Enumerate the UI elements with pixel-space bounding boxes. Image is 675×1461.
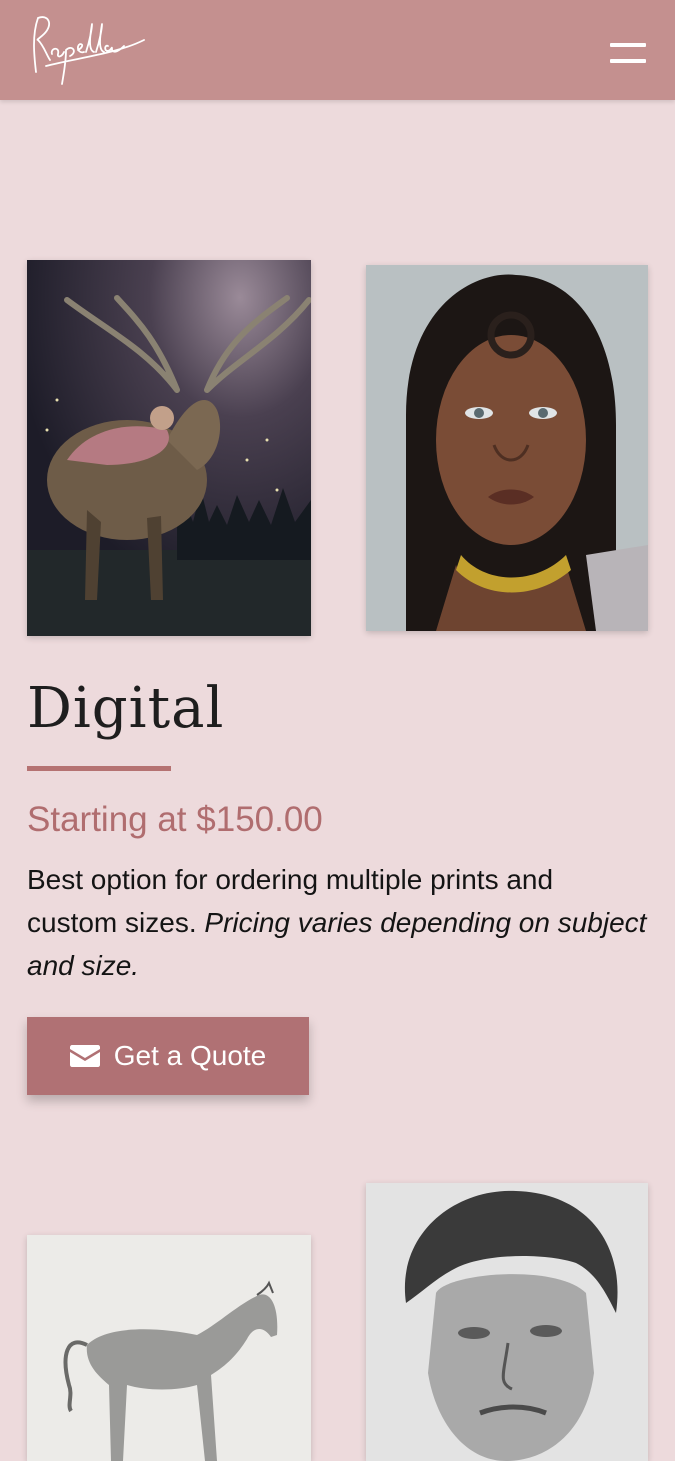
artwork-man-portrait[interactable] — [366, 1183, 648, 1461]
man-portrait-drawing-image — [366, 1183, 648, 1461]
get-a-quote-button[interactable]: Get a Quote — [27, 1017, 309, 1095]
site-header — [0, 0, 675, 100]
hamburger-menu-button[interactable] — [606, 40, 650, 68]
logo-signature-icon — [33, 16, 145, 85]
menu-bar — [610, 59, 646, 63]
section-description: Best option for ordering multiple prints… — [27, 858, 647, 987]
artwork-stag-girl[interactable] — [27, 260, 311, 636]
artwork-woman-portrait[interactable] — [366, 265, 648, 631]
horse-drawing-image — [27, 1235, 311, 1461]
woman-portrait-image — [366, 265, 648, 631]
stag-painting-image — [27, 260, 311, 636]
section-title: Digital — [27, 676, 225, 741]
starting-price: Starting at $150.00 — [27, 800, 323, 839]
title-underline — [27, 766, 171, 771]
envelope-icon — [69, 1045, 100, 1067]
menu-bar — [610, 43, 646, 47]
site-logo[interactable] — [26, 10, 150, 90]
artwork-horse-drawing[interactable] — [27, 1235, 311, 1461]
get-a-quote-label: Get a Quote — [113, 1040, 267, 1071]
